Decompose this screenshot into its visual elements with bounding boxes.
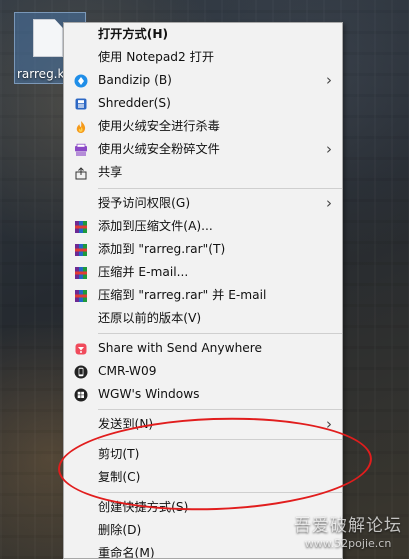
- huorong-shredder-icon: [73, 142, 88, 157]
- winrar-icon: [73, 242, 88, 257]
- menu-item-label: 使用 Notepad2 打开: [98, 50, 215, 64]
- chevron-right-icon: ›: [326, 194, 332, 212]
- menu-item-bandizip[interactable]: Bandizip (B) ›: [64, 69, 342, 92]
- winrar-icon: [73, 219, 88, 234]
- menu-item-label: 还原以前的版本(V): [98, 311, 202, 325]
- menu-item-grant-access[interactable]: 授予访问权限(G) ›: [64, 192, 342, 215]
- menu-item-label: CMR-W09: [98, 364, 157, 378]
- menu-item-label: 重命名(M): [98, 546, 155, 559]
- menu-item-windows-device[interactable]: WGW's Windows: [64, 383, 342, 406]
- menu-separator: [98, 188, 342, 189]
- menu-item-send-anywhere[interactable]: Share with Send Anywhere: [64, 337, 342, 360]
- menu-item-share[interactable]: 共享: [64, 161, 342, 184]
- file-name: rarreg.k: [17, 67, 65, 81]
- watermark: 吾爱破解论坛 www.52pojie.cn: [289, 511, 407, 550]
- menu-separator: [98, 409, 342, 410]
- chevron-right-icon: ›: [326, 140, 332, 158]
- menu-item-label: 添加到压缩文件(A)...: [98, 219, 213, 233]
- menu-item-shredder[interactable]: Shredder(S): [64, 92, 342, 115]
- menu-item-label: 使用火绒安全粉碎文件: [98, 142, 220, 156]
- menu-item-label: 共享: [98, 165, 123, 179]
- menu-item-compress-email[interactable]: 压缩并 E-mail...: [64, 261, 342, 284]
- bandizip-icon: [73, 73, 88, 88]
- winrar-icon: [73, 265, 88, 280]
- menu-item-label: 删除(D): [98, 523, 142, 537]
- phone-icon: [73, 364, 88, 379]
- huorong-flame-icon: [73, 119, 88, 134]
- menu-item-label: 打开方式(H): [98, 27, 169, 41]
- menu-item-label: Share with Send Anywhere: [98, 341, 263, 355]
- menu-item-label: 授予访问权限(G): [98, 196, 191, 210]
- menu-separator: [98, 333, 342, 334]
- menu-item-label: 使用火绒安全进行杀毒: [98, 119, 220, 133]
- shredder-icon: [73, 96, 88, 111]
- menu-item-add-to-rar[interactable]: 添加到 "rarreg.rar"(T): [64, 238, 342, 261]
- menu-item-label: 压缩到 "rarreg.rar" 并 E-mail: [98, 288, 267, 302]
- menu-item-label: Shredder(S): [98, 96, 171, 110]
- menu-item-label: WGW's Windows: [98, 387, 200, 401]
- menu-item-compress-to-rar-email[interactable]: 压缩到 "rarreg.rar" 并 E-mail: [64, 284, 342, 307]
- menu-item-label: 压缩并 E-mail...: [98, 265, 189, 279]
- windows-icon: [73, 387, 88, 402]
- menu-item-open-notepad2[interactable]: 使用 Notepad2 打开: [64, 46, 342, 69]
- menu-item-restore-previous-versions[interactable]: 还原以前的版本(V): [64, 307, 342, 330]
- share-icon: [73, 165, 88, 180]
- document-icon: [33, 19, 63, 57]
- watermark-url: www.52pojie.cn: [304, 537, 392, 550]
- watermark-title: 吾爱破解论坛: [294, 516, 402, 536]
- winrar-icon: [73, 288, 88, 303]
- menu-item-label: 添加到 "rarreg.rar"(T): [98, 242, 226, 256]
- menu-item-add-to-archive[interactable]: 添加到压缩文件(A)...: [64, 215, 342, 238]
- chevron-right-icon: ›: [326, 71, 332, 89]
- menu-item-label: Bandizip (B): [98, 73, 172, 87]
- menu-item-open-with[interactable]: 打开方式(H): [64, 23, 342, 46]
- menu-item-phone-device[interactable]: CMR-W09: [64, 360, 342, 383]
- send-anywhere-icon: [73, 341, 88, 356]
- menu-item-huorong-scan[interactable]: 使用火绒安全进行杀毒: [64, 115, 342, 138]
- menu-item-huorong-shred[interactable]: 使用火绒安全粉碎文件 ›: [64, 138, 342, 161]
